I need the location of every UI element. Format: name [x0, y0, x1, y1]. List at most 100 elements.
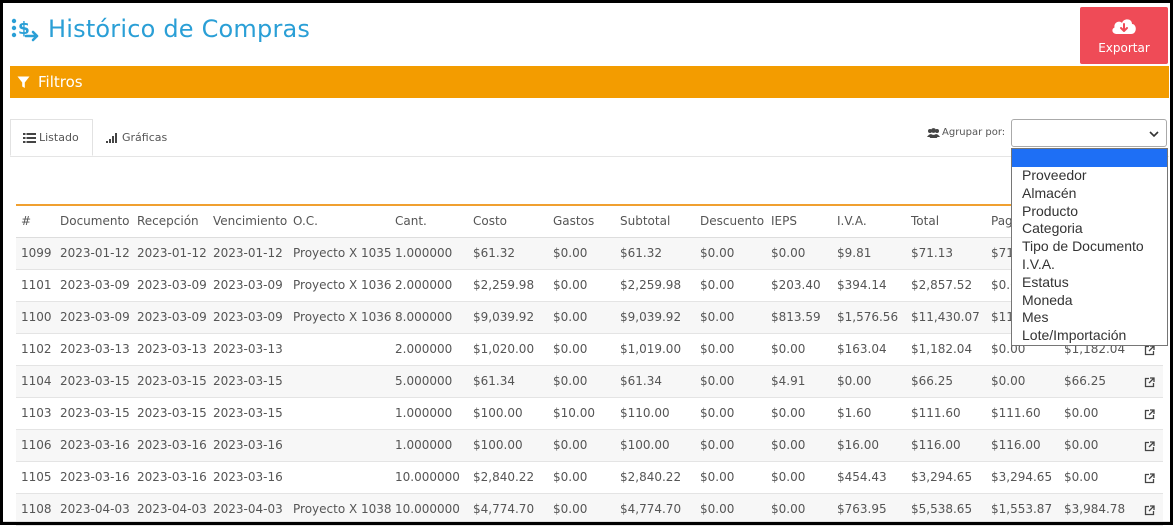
cell-subtotal: $61.34	[620, 374, 662, 388]
tab-listado[interactable]: Listado	[10, 119, 93, 156]
column-header-descuento: Descuento	[700, 214, 765, 228]
external-link-icon[interactable]	[1144, 345, 1155, 356]
group-option[interactable]: Proveedor	[1012, 167, 1167, 185]
tab-graficas-label: Gráficas	[122, 131, 168, 144]
group-option[interactable]: Lote/Importación	[1012, 327, 1167, 345]
group-option[interactable]: Categoria	[1012, 220, 1167, 238]
cell-saldo: $0.00	[1064, 406, 1099, 420]
cell-id: 1103	[21, 406, 52, 420]
cell-total: $111.60	[911, 406, 961, 420]
cell-gastos: $0.00	[553, 342, 588, 356]
group-option[interactable]	[1012, 149, 1167, 167]
group-option[interactable]: Almacén	[1012, 185, 1167, 203]
cell-gastos: $0.00	[553, 470, 588, 484]
external-link-icon[interactable]	[1144, 505, 1155, 516]
cell-ieps: $0.00	[771, 406, 806, 420]
bottom-divider	[3, 521, 1170, 522]
filters-label: Filtros	[38, 73, 83, 91]
cell-pagado: $0.00	[991, 374, 1026, 388]
column-header-oc: O.C.	[293, 214, 318, 228]
cell-iva: $16.00	[837, 438, 879, 452]
cell-recepcion: 2023-03-16	[137, 438, 207, 452]
cell-subtotal: $61.32	[620, 246, 662, 260]
table-row: 1105 2023-03-16 2023-03-16 2023-03-16 10.000…	[16, 462, 1163, 494]
cell-iva: $163.04	[837, 342, 887, 356]
cell-descuento: $0.00	[700, 246, 735, 260]
cell-documento: 2023-03-13	[60, 342, 130, 356]
page-header: $ Histórico de Compras	[10, 12, 310, 46]
table-row: 1099 2023-01-12 2023-01-12 2023-01-12 Proyec…	[16, 238, 1163, 270]
table-row: 1106 2023-03-16 2023-03-16 2023-03-16 1.0000…	[16, 430, 1163, 462]
column-header-iva: I.V.A.	[837, 214, 867, 228]
cell-ieps: $0.00	[771, 246, 806, 260]
tab-graficas[interactable]: Gráficas	[106, 119, 167, 156]
cell-documento: 2023-03-16	[60, 470, 130, 484]
group-option[interactable]: Tipo de Documento	[1012, 238, 1167, 256]
sync-transfer-icon: $	[11, 18, 39, 42]
group-by-dropdown: Proveedor Almacén Producto Categoria Tipo de…	[1011, 148, 1168, 346]
cell-id: 1101	[21, 278, 52, 292]
cell-gastos: $0.00	[553, 310, 588, 324]
external-link-icon[interactable]	[1144, 441, 1155, 452]
cell-cantidad: 1.000000	[395, 438, 453, 452]
column-header-vencimiento: Vencimiento	[213, 214, 288, 228]
cell-recepcion: 2023-01-12	[137, 246, 207, 260]
cell-costo: $9,039.92	[473, 310, 535, 324]
cell-iva: $1,576.56	[837, 310, 899, 324]
cell-descuento: $0.00	[700, 278, 735, 292]
cell-subtotal: $100.00	[620, 438, 670, 452]
cell-descuento: $0.00	[700, 342, 735, 356]
cell-id: 1099	[21, 246, 52, 260]
external-link-icon[interactable]	[1144, 473, 1155, 484]
export-label: Exportar	[1098, 41, 1150, 55]
cell-documento: 2023-03-15	[60, 406, 130, 420]
cell-documento: 2023-03-16	[60, 438, 130, 452]
cell-cantidad: 5.000000	[395, 374, 453, 388]
cell-recepcion: 2023-03-13	[137, 342, 207, 356]
column-header-ieps: IEPS	[771, 214, 797, 228]
cell-costo: $2,840.22	[473, 470, 535, 484]
cell-ieps: $813.59	[771, 310, 821, 324]
cell-recepcion: 2023-03-15	[137, 406, 207, 420]
column-header-gastos: Gastos	[553, 214, 595, 228]
column-header-id: #	[21, 214, 32, 228]
filters-toggle[interactable]: Filtros	[10, 66, 1169, 98]
bar-chart-icon	[106, 132, 117, 143]
cell-oc: Proyecto X 1036	[293, 310, 392, 324]
cell-saldo: $0.00	[1064, 438, 1099, 452]
group-option[interactable]: Moneda	[1012, 292, 1167, 310]
cell-descuento: $0.00	[700, 438, 735, 452]
cell-descuento: $0.00	[700, 406, 735, 420]
group-by-select[interactable]	[1011, 119, 1167, 147]
cell-id: 1102	[21, 342, 52, 356]
page-title: Histórico de Compras	[48, 15, 311, 43]
external-link-icon[interactable]	[1144, 377, 1155, 388]
cell-total: $2,857.52	[911, 278, 973, 292]
cell-id: 1106	[21, 438, 52, 452]
group-option[interactable]: I.V.A.	[1012, 256, 1167, 274]
cell-vencimiento: 2023-03-15	[213, 374, 283, 388]
cell-vencimiento: 2023-01-12	[213, 246, 283, 260]
cell-id: 1104	[21, 374, 52, 388]
cell-subtotal: $2,259.98	[620, 278, 682, 292]
cell-pagado: $111.60	[991, 406, 1041, 420]
users-icon	[927, 127, 940, 138]
group-option[interactable]: Mes	[1012, 309, 1167, 327]
cell-documento: 2023-03-09	[60, 278, 130, 292]
external-link-icon[interactable]	[1144, 409, 1155, 420]
group-option[interactable]: Estatus	[1012, 274, 1167, 292]
cell-iva: $1.60	[837, 406, 872, 420]
table-row: 1104 2023-03-15 2023-03-15 2023-03-15 5.0000…	[16, 366, 1163, 398]
cell-subtotal: $2,840.22	[620, 470, 682, 484]
cell-gastos: $0.00	[553, 438, 588, 452]
export-button[interactable]: Exportar	[1080, 7, 1168, 64]
cell-cantidad: 8.000000	[395, 310, 453, 324]
cell-descuento: $0.00	[700, 310, 735, 324]
group-option[interactable]: Producto	[1012, 203, 1167, 221]
cell-recepcion: 2023-03-16	[137, 470, 207, 484]
cell-costo: $100.00	[473, 438, 523, 452]
cell-total: $71.13	[911, 246, 953, 260]
list-icon	[23, 132, 36, 143]
cell-gastos: $10.00	[553, 406, 595, 420]
cell-iva: $9.81	[837, 246, 872, 260]
